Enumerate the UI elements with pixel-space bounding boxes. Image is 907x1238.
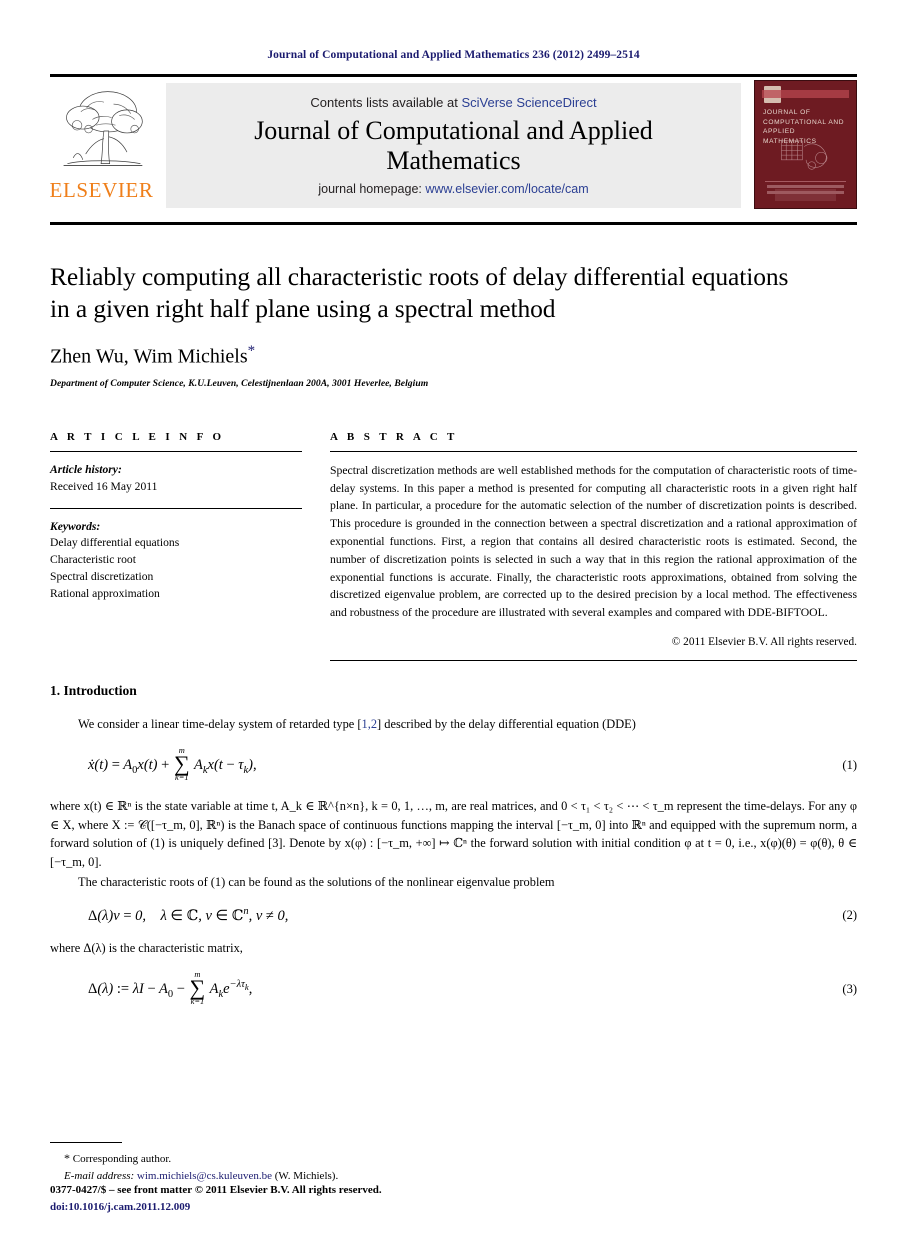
paper-page: Journal of Computational and Applied Mat… [0,0,907,1238]
journal-homepage-line: journal homepage: www.elsevier.com/locat… [166,182,741,196]
cover-top-bar [762,90,849,98]
introduction-section: 1. Introduction We consider a linear tim… [50,683,857,1007]
author-list: Zhen Wu, Wim Michiels* [50,343,857,369]
cover-rule-1 [765,181,846,182]
abstract-heading: A B S T R A C T [330,430,458,443]
keywords-label: Keywords: [50,519,101,533]
journal-cover-thumbnail: JOURNAL OF COMPUTATIONAL AND APPLIED MAT… [754,80,857,211]
summation-symbol-icon: m ∑ k=1 [189,969,206,1006]
journal-banner: Contents lists available at SciVerse Sci… [166,83,741,208]
article-history-label: Article history: [50,462,122,476]
equation-1: ẋ(t) = A0x(t) + m ∑ k=1 Akx(t − τk), [88,745,257,782]
abstract-rule-top [330,450,857,452]
article-history-group: Article history: Received 16 May 2011 [50,462,302,496]
journal-title-line-1: Journal of Computational and Applied [254,115,653,145]
title-block: Reliably computing all characteristic ro… [50,261,857,389]
affiliation: Department of Computer Science, K.U.Leuv… [50,377,429,389]
contents-prefix: Contents lists available at [310,94,462,110]
homepage-prefix: journal homepage: [318,182,426,197]
intro-paragraph-3: The characteristic roots of (1) can be f… [78,875,555,890]
citation-1-2[interactable]: 1,2 [362,717,378,731]
intro-paragraph-1: We consider a linear time-delay system o… [50,715,857,734]
equation-3-number: (3) [842,981,857,996]
section-title-introduction: 1. Introduction [50,682,137,698]
summation-symbol-icon: m ∑ k=1 [173,745,190,782]
contents-available-line: Contents lists available at SciVerse Sci… [166,95,741,110]
intro-p1-part-a: We consider a linear time-delay system o… [78,716,362,731]
abstract-column: A B S T R A C T Spectral discretization … [330,431,857,661]
equation-3-row: Δ(λ) := λI − A0 − m ∑ k=1 Ake−λτk, (3) [50,969,857,1008]
elsevier-wordmark: ELSEVIER [49,178,154,202]
equation-3: Δ(λ) := λI − A0 − m ∑ k=1 Ake−λτk, [88,969,253,1006]
masthead-bottom-rule [50,222,857,225]
abstract-copyright: © 2011 Elsevier B.V. All rights reserved… [671,635,857,648]
article-history-value: Received 16 May 2011 [50,479,158,493]
journal-title-line-2: Mathematics [386,145,521,175]
journal-masthead: ELSEVIER Contents lists available at Sci… [50,74,857,214]
title-line-1: Reliably computing all characteristic ro… [50,262,789,291]
email-link[interactable]: wim.michiels@cs.kuleuven.be [137,1170,272,1182]
cover-text-block-1 [767,185,844,188]
footnote-rule [50,1142,122,1143]
equation-2-row: Δ(λ)v = 0, λ ∈ ℂ, v ∈ ℂn, v ≠ 0, (2) [50,906,857,925]
cover-bottom-block [775,189,836,201]
equation-1-number: (1) [842,757,857,772]
footnote-star-marker: * [64,1151,70,1165]
elsevier-tree-icon [63,91,143,167]
article-info-rule-top [50,450,302,452]
keyword-item: Spectral discretization [50,569,154,583]
equation-2-number: (2) [842,908,857,922]
footnote-block: * Corresponding author. E-mail address: … [50,1142,857,1184]
abstract-rule-bottom [330,659,857,661]
equation-2: Δ(λ)v = 0, λ ∈ ℂ, v ∈ ℂn, v ≠ 0, [88,906,289,924]
keywords-group: Keywords: Delay differential equations C… [50,519,302,603]
keyword-item: Rational approximation [50,586,160,600]
author-names: Zhen Wu, Wim Michiels [50,345,248,368]
sciencedirect-link[interactable]: SciVerse ScienceDirect [461,95,596,110]
corresponding-author-marker: * [247,343,256,360]
email-suffix: (W. Michiels). [274,1169,339,1182]
intro-paragraph-4: where Δ(λ) is the characteristic matrix, [50,940,243,955]
corresponding-author-note: * Corresponding author. [64,1149,857,1168]
article-info-heading: A R T I C L E I N F O [50,430,225,443]
imprint-block: 0377-0427/$ – see front matter © 2011 El… [50,1182,382,1216]
intro-p1-part-b: ] described by the delay differential eq… [377,716,636,731]
doi-link[interactable]: doi:10.1016/j.cam.2011.12.009 [50,1199,382,1216]
running-head: Journal of Computational and Applied Mat… [267,49,640,61]
page-title: Reliably computing all characteristic ro… [50,261,857,325]
journal-title: Journal of Computational and Applied Mat… [166,116,741,175]
abstract-text: Spectral discretization methods are well… [330,463,857,620]
elsevier-logo: ELSEVIER [50,77,153,214]
corresponding-author-text: Corresponding author. [72,1153,172,1165]
title-line-2: in a given right half plane using a spec… [50,294,556,324]
intro-paragraph-2: where x(t) ∈ ℝⁿ is the state variable at… [50,799,857,869]
info-abstract-row: A R T I C L E I N F O Article history: R… [50,431,857,661]
equation-1-row: ẋ(t) = A0x(t) + m ∑ k=1 Akx(t − τk), (1) [50,745,857,784]
keyword-item: Characteristic root [50,553,136,567]
issn-front-matter: 0377-0427/$ – see front matter © 2011 El… [50,1183,382,1196]
article-info-rule-mid [50,507,302,509]
article-info-column: A R T I C L E I N F O Article history: R… [50,431,302,661]
cover-artwork-icon [781,140,828,170]
journal-homepage-link[interactable]: www.elsevier.com/locate/cam [425,182,588,196]
email-label: E-mail address: [64,1169,135,1182]
keyword-item: Delay differential equations [50,536,180,550]
